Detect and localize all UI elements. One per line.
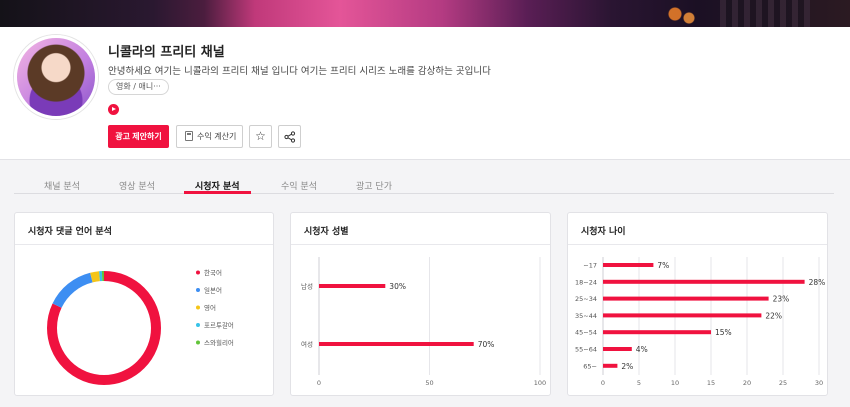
bar [603, 279, 805, 284]
legend-label: 일본어 [204, 286, 222, 295]
y-category-label: 여성 [301, 340, 313, 349]
age-bar-chart: 0 5 10 15 20 25 30 ~17 7% 18~24 28% 25~34 23% 35~44 22… [575, 257, 826, 387]
y-category-label: 45~54 [575, 329, 597, 337]
tab-ad-price[interactable]: 광고 단가 [356, 179, 392, 192]
favorite-button[interactable]: ☆ [249, 125, 272, 148]
legend-label: 한국어 [204, 268, 222, 277]
banner-art [640, 0, 710, 27]
bar [603, 347, 632, 351]
x-tick-label: 100 [534, 379, 546, 387]
x-tick-label: 50 [425, 379, 433, 387]
bar [603, 296, 769, 301]
x-tick-label: 5 [637, 379, 641, 387]
bar-value-label: 30% [389, 282, 406, 291]
bar [603, 263, 654, 267]
gender-card: 시청자 성별 0 50 100 남성 30% 여성 70% [290, 212, 551, 396]
channel-header: 니콜라의 프리티 채널 안녕하세요 여기는 니콜라의 프리티 채널 입니다 여기… [0, 27, 850, 159]
category-chip[interactable]: 영화 / 애니··· [108, 79, 169, 95]
language-card: 시청자 댓글 언어 분석 한국어 일본어 영어 포르투갈어 스와힐리어 [14, 212, 274, 396]
legend-swatch [196, 305, 200, 310]
x-tick-label: 15 [707, 379, 715, 387]
age-card: 시청자 나이 0 5 10 15 20 25 30 ~17 7% 18~24 28% 25~34 23%… [567, 212, 828, 396]
revenue-calculator-button[interactable]: 수익 계산기 [176, 125, 243, 148]
banner-art-right [720, 0, 810, 27]
tabs-divider [14, 193, 834, 194]
legend-label: 스와힐리어 [204, 338, 234, 347]
bar [603, 313, 762, 318]
bar [319, 284, 386, 288]
y-category-label: 55~64 [575, 346, 597, 354]
legend-swatch [196, 323, 200, 327]
tab-revenue-analysis[interactable]: 수익 분석 [281, 179, 317, 192]
bar-value-label: 70% [478, 340, 495, 349]
tab-channel-analysis[interactable]: 채널 분석 [44, 179, 80, 192]
y-category-label: 18~24 [575, 278, 597, 286]
x-tick-label: 0 [601, 379, 605, 387]
tab-video-analysis[interactable]: 영상 분석 [119, 179, 155, 192]
youtube-icon[interactable] [108, 104, 119, 115]
star-icon: ☆ [255, 129, 266, 143]
legend-swatch [196, 270, 200, 275]
language-donut-chart: 한국어일본어영어포르투갈어스와힐리어 [47, 268, 234, 385]
bar-value-label: 28% [809, 278, 826, 287]
revenue-calculator-label: 수익 계산기 [197, 132, 237, 141]
y-category-label: ~17 [583, 262, 597, 270]
share-icon [284, 131, 296, 143]
y-category-label: 65~ [583, 362, 597, 370]
channel-description: 안녕하세요 여기는 니콜라의 프리티 채널 입니다 여기는 프리티 시리즈 노래… [108, 66, 491, 77]
bar-value-label: 22% [765, 311, 782, 320]
channel-banner [0, 0, 850, 27]
x-tick-label: 0 [317, 379, 321, 387]
x-tick-label: 10 [671, 379, 679, 387]
bar-value-label: 7% [657, 261, 669, 270]
share-button[interactable] [278, 125, 301, 148]
x-tick-label: 20 [743, 379, 751, 387]
y-category-label: 25~34 [575, 295, 597, 303]
bar-value-label: 2% [621, 362, 633, 371]
channel-avatar [14, 35, 98, 119]
y-category-label: 남성 [301, 282, 313, 291]
active-tab-indicator [184, 191, 251, 194]
legend-swatch [196, 340, 200, 345]
analysis-tabs: 채널 분석 영상 분석 시청자 분석 수익 분석 광고 단가 [0, 159, 850, 194]
bar [603, 330, 711, 335]
x-tick-label: 25 [779, 379, 787, 387]
legend-label: 영어 [204, 303, 216, 312]
calculator-icon [185, 131, 193, 141]
legend-swatch [196, 288, 200, 292]
x-tick-label: 30 [815, 379, 823, 387]
bar-value-label: 15% [715, 328, 732, 337]
bar [603, 363, 618, 368]
bar-value-label: 4% [636, 345, 648, 354]
y-category-label: 35~44 [575, 312, 597, 320]
bar [319, 342, 474, 346]
channel-title: 니콜라의 프리티 채널 [108, 45, 225, 60]
gender-bar-chart: 0 50 100 남성 30% 여성 70% [301, 257, 546, 387]
bar-value-label: 23% [773, 295, 790, 304]
propose-ad-button[interactable]: 광고 제안하기 [108, 125, 169, 148]
legend-label: 포르투갈어 [204, 321, 234, 330]
